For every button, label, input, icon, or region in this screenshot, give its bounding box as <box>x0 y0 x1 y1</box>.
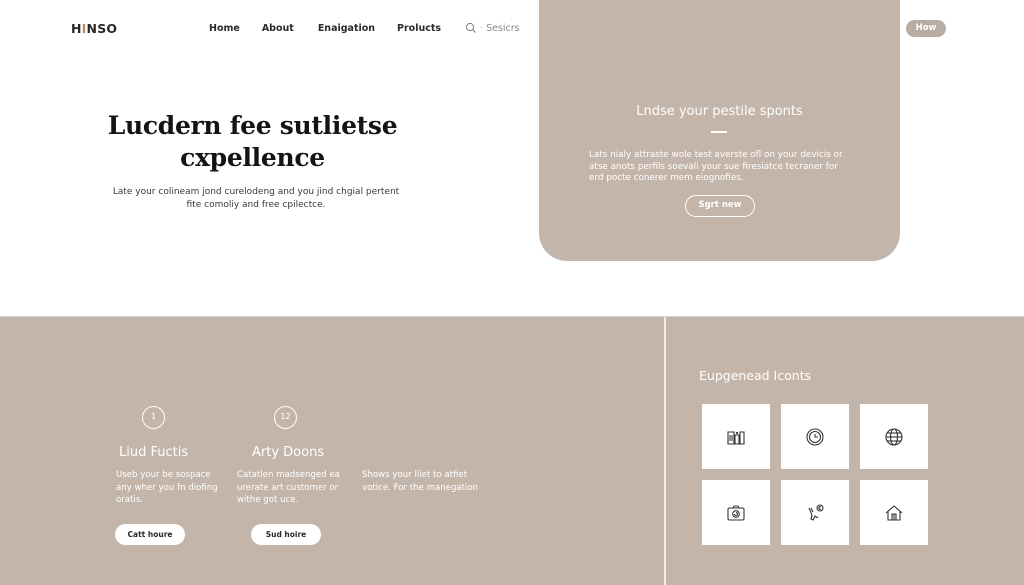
globe-icon <box>885 427 903 446</box>
search-button[interactable]: · Sesicrs <box>465 22 520 34</box>
nav-products[interactable]: Prolucts <box>397 23 441 34</box>
feature-text: Useb your be sospace any wher you fn dio… <box>116 470 218 505</box>
search-label: Sesicrs <box>486 22 520 34</box>
logo-part-2: NSO <box>86 21 118 36</box>
hero-section: HINSO Home About Enaigation Prolucts · S… <box>0 0 1024 316</box>
hero-title-line-1: Lucdern fee sutlietse <box>107 111 398 140</box>
hero-title: Lucdern fee sutlietse cxpellence <box>100 110 405 174</box>
building-icon <box>727 430 745 445</box>
nav-about[interactable]: About <box>262 23 294 34</box>
nav-investigation[interactable]: Enaigation <box>318 23 375 34</box>
logo-part-1: H <box>71 21 82 36</box>
feature-number-badge: 12 <box>274 406 297 429</box>
icon-tile-clock[interactable] <box>781 404 849 469</box>
features-section: 1 Liud Fuctis Useb your be sospace any w… <box>0 316 1024 585</box>
section-divider <box>664 317 666 585</box>
icon-tile-camera[interactable] <box>702 480 770 545</box>
icon-tile-globe[interactable] <box>860 404 928 469</box>
promo-text: Lats nialy attraste wole test averste of… <box>589 150 843 183</box>
feature-title: Liud Fuctis <box>119 445 189 460</box>
feature-number-badge: 1 <box>142 406 165 429</box>
hero-title-line-2: cxpellence <box>180 143 325 172</box>
header-cta-button[interactable]: How <box>906 20 946 37</box>
promo-cta-button[interactable]: Sgrt new <box>685 195 755 217</box>
search-icon <box>465 22 476 33</box>
tools-icon <box>808 503 824 521</box>
feature-text: Shows your lliet to atfiet votice. For t… <box>362 470 479 493</box>
nav-home[interactable]: Home <box>209 23 240 34</box>
feature-text: Catatlen madsenged ea urerate art custom… <box>237 470 340 505</box>
icon-tile-building[interactable] <box>702 404 770 469</box>
feature-button[interactable]: Sud hoire <box>251 524 321 545</box>
feature-title: Arty Doons <box>252 445 325 460</box>
logo[interactable]: HINSO <box>71 21 117 36</box>
promo-title: Lndse your pestile sponts <box>636 104 803 119</box>
hero-subtitle: Late your colineam jond curelodeng and y… <box>112 187 400 210</box>
camera-icon <box>727 504 745 521</box>
feature-button[interactable]: Catt houre <box>115 524 185 545</box>
promo-card: Lndse your pestile sponts Lats nialy att… <box>539 0 900 261</box>
search-separator: · <box>480 22 484 34</box>
main-nav: Home About Enaigation Prolucts · Sesicrs <box>209 22 520 34</box>
icon-tile-home[interactable] <box>860 480 928 545</box>
icons-panel-title: Eupgenead Iconts <box>699 368 812 383</box>
home-icon <box>885 504 903 521</box>
promo-divider <box>711 131 727 133</box>
icon-tile-tools[interactable] <box>781 480 849 545</box>
clock-icon <box>806 427 824 446</box>
